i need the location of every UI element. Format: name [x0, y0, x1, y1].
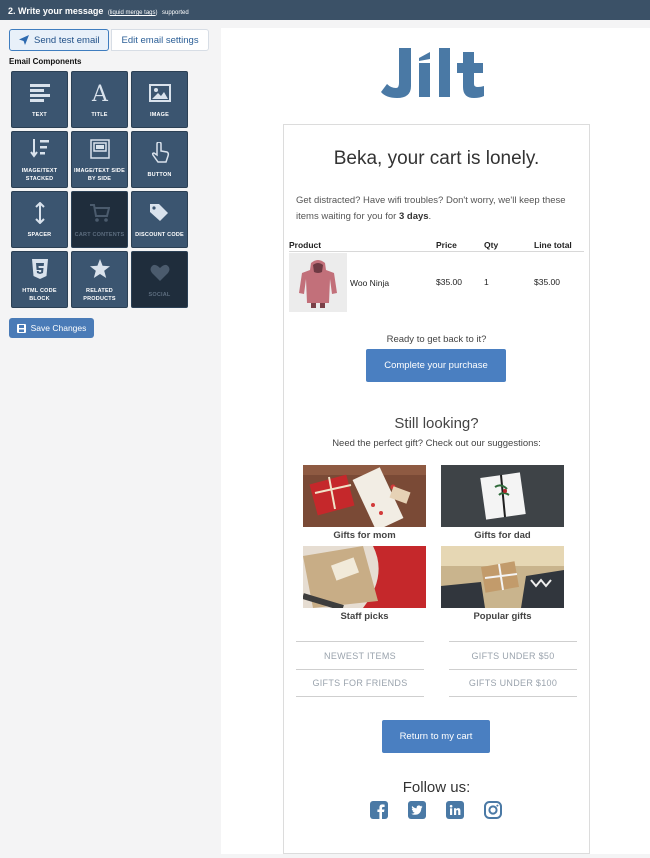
editor-actions: Send test email Edit email settings [9, 29, 209, 51]
product-qty: 1 [484, 277, 489, 287]
return-to-cart-button[interactable]: Return to my cart [382, 720, 490, 753]
cart-table-row: Woo Ninja $35.00 1 $35.00 [289, 253, 584, 315]
gift-card-staff[interactable]: Staff picks [303, 546, 426, 622]
social-links [370, 801, 502, 819]
ready-text: Ready to get back to it? [386, 334, 487, 345]
gift-links-left: NEWEST ITEMS GIFTS FOR FRIENDS [296, 641, 424, 697]
email-body: Beka, your cart is lonely. Get distracte… [283, 124, 590, 854]
follow-us-heading: Follow us: [402, 779, 471, 796]
paper-plane-icon [19, 35, 29, 45]
merge-tags-suffix: supported [161, 10, 189, 16]
link-newest-items[interactable]: NEWEST ITEMS [296, 641, 424, 669]
gift-caption: Gifts for dad [474, 530, 531, 541]
gift-suggestions-text: Need the perfect gift? Check out our sug… [332, 438, 541, 449]
svg-text:A: A [91, 83, 109, 103]
step-title: 2. Write your message [8, 6, 104, 16]
link-gifts-under-50[interactable]: GIFTS UNDER $50 [449, 641, 577, 669]
component-title[interactable]: A TITLE [71, 71, 128, 128]
intro-bold-days: 3 days [398, 211, 429, 222]
save-changes-button[interactable]: Save Changes [9, 318, 94, 338]
components-grid: TEXT A TITLE IMAGE IMAGE/TEXT STACKED IM… [11, 71, 188, 308]
cart-table-header: Product Price Qty Line total [289, 240, 584, 252]
gift-image-dad [441, 465, 564, 527]
product-thumbnail [289, 253, 347, 312]
component-image[interactable]: IMAGE [131, 71, 188, 128]
image-icon [148, 84, 171, 102]
heart-icon [150, 264, 169, 281]
twitter-icon[interactable] [408, 801, 426, 819]
merge-tags-link[interactable]: liquid merge tags [110, 10, 156, 16]
tags-icon [149, 204, 168, 221]
html5-icon [31, 259, 48, 279]
component-label: BUTTON [147, 172, 172, 178]
component-label: TITLE [91, 112, 108, 118]
gift-image-staff [303, 546, 426, 608]
component-label: IMAGE [149, 112, 170, 118]
component-label: IMAGE/TEXT SIDE BY SIDE [74, 168, 125, 182]
title-a-icon: A [91, 83, 109, 103]
component-social: SOCIAL [131, 251, 188, 308]
save-changes-label: Save Changes [30, 323, 87, 333]
gift-card-dad[interactable]: Gifts for dad [441, 465, 564, 541]
component-label: HTML CODE BLOCK [22, 288, 57, 302]
floppy-disk-icon [16, 323, 26, 333]
text-lines-icon [29, 84, 50, 102]
component-label: DISCOUNT CODE [135, 232, 184, 238]
component-related-products[interactable]: RELATED PRODUCTS [71, 251, 128, 308]
gift-caption: Staff picks [340, 611, 389, 622]
component-label: IMAGE/TEXT STACKED [21, 168, 58, 182]
component-label: TEXT [32, 112, 47, 118]
email-headline: Beka, your cart is lonely. [333, 148, 540, 169]
cart-icon [89, 204, 110, 222]
send-test-email-button[interactable]: Send test email [9, 29, 110, 51]
email-intro: Get distracted? Have wifi troubles? Don'… [296, 195, 566, 222]
vertical-arrows-icon [34, 202, 45, 224]
component-label: SOCIAL [148, 292, 171, 298]
component-discount-code[interactable]: DISCOUNT CODE [131, 191, 188, 248]
header-line-total: Line total [534, 240, 572, 250]
instagram-icon[interactable] [484, 801, 502, 819]
component-label: SPACER [27, 232, 52, 238]
email-preview: Beka, your cart is lonely. Get distracte… [221, 28, 650, 854]
gift-caption: Popular gifts [473, 611, 532, 622]
component-spacer[interactable]: SPACER [11, 191, 68, 248]
component-button[interactable]: BUTTON [131, 131, 188, 188]
gift-card-mom[interactable]: Gifts for mom [303, 465, 426, 541]
pointer-hand-icon [151, 142, 169, 163]
facebook-icon[interactable] [370, 801, 388, 819]
product-line-total: $35.00 [534, 277, 560, 287]
product-price: $35.00 [436, 277, 462, 287]
component-cart-contents: CART CONTENTS [71, 191, 128, 248]
complete-purchase-button[interactable]: Complete your purchase [366, 349, 506, 382]
component-text[interactable]: TEXT [11, 71, 68, 128]
product-name: Woo Ninja [350, 278, 390, 288]
header-qty: Qty [484, 240, 499, 250]
side-by-side-icon [89, 139, 110, 159]
star-icon [89, 259, 110, 278]
link-gifts-under-100[interactable]: GIFTS UNDER $100 [449, 669, 577, 697]
still-looking-heading: Still looking? [394, 415, 479, 432]
gift-image-mom [303, 465, 426, 527]
jilt-logo [381, 46, 491, 105]
edit-email-settings-button[interactable]: Edit email settings [111, 29, 209, 51]
component-image-text-stacked[interactable]: IMAGE/TEXT STACKED [11, 131, 68, 188]
component-label: CART CONTENTS [74, 232, 125, 238]
send-test-email-label: Send test email [34, 34, 100, 46]
gift-card-popular[interactable]: Popular gifts [441, 546, 564, 622]
component-label: RELATED PRODUCTS [83, 288, 116, 302]
header-product: Product [289, 240, 322, 250]
sort-stacked-icon [29, 139, 49, 158]
header-price: Price [436, 240, 457, 250]
editor-sidebar: Send test email Edit email settings Emai… [0, 20, 220, 858]
gift-caption: Gifts for mom [333, 530, 396, 541]
link-gifts-for-friends[interactable]: GIFTS FOR FRIENDS [296, 669, 424, 697]
gift-image-popular [441, 546, 564, 608]
component-html-code-block[interactable]: HTML CODE BLOCK [11, 251, 68, 308]
top-bar: 2. Write your message (liquid merge tags… [0, 0, 650, 20]
gift-links-right: GIFTS UNDER $50 GIFTS UNDER $100 [449, 641, 577, 697]
email-components-heading: Email Components [9, 57, 82, 66]
edit-email-settings-label: Edit email settings [121, 34, 199, 46]
linkedin-icon[interactable] [446, 801, 464, 819]
component-image-text-side[interactable]: IMAGE/TEXT SIDE BY SIDE [71, 131, 128, 188]
